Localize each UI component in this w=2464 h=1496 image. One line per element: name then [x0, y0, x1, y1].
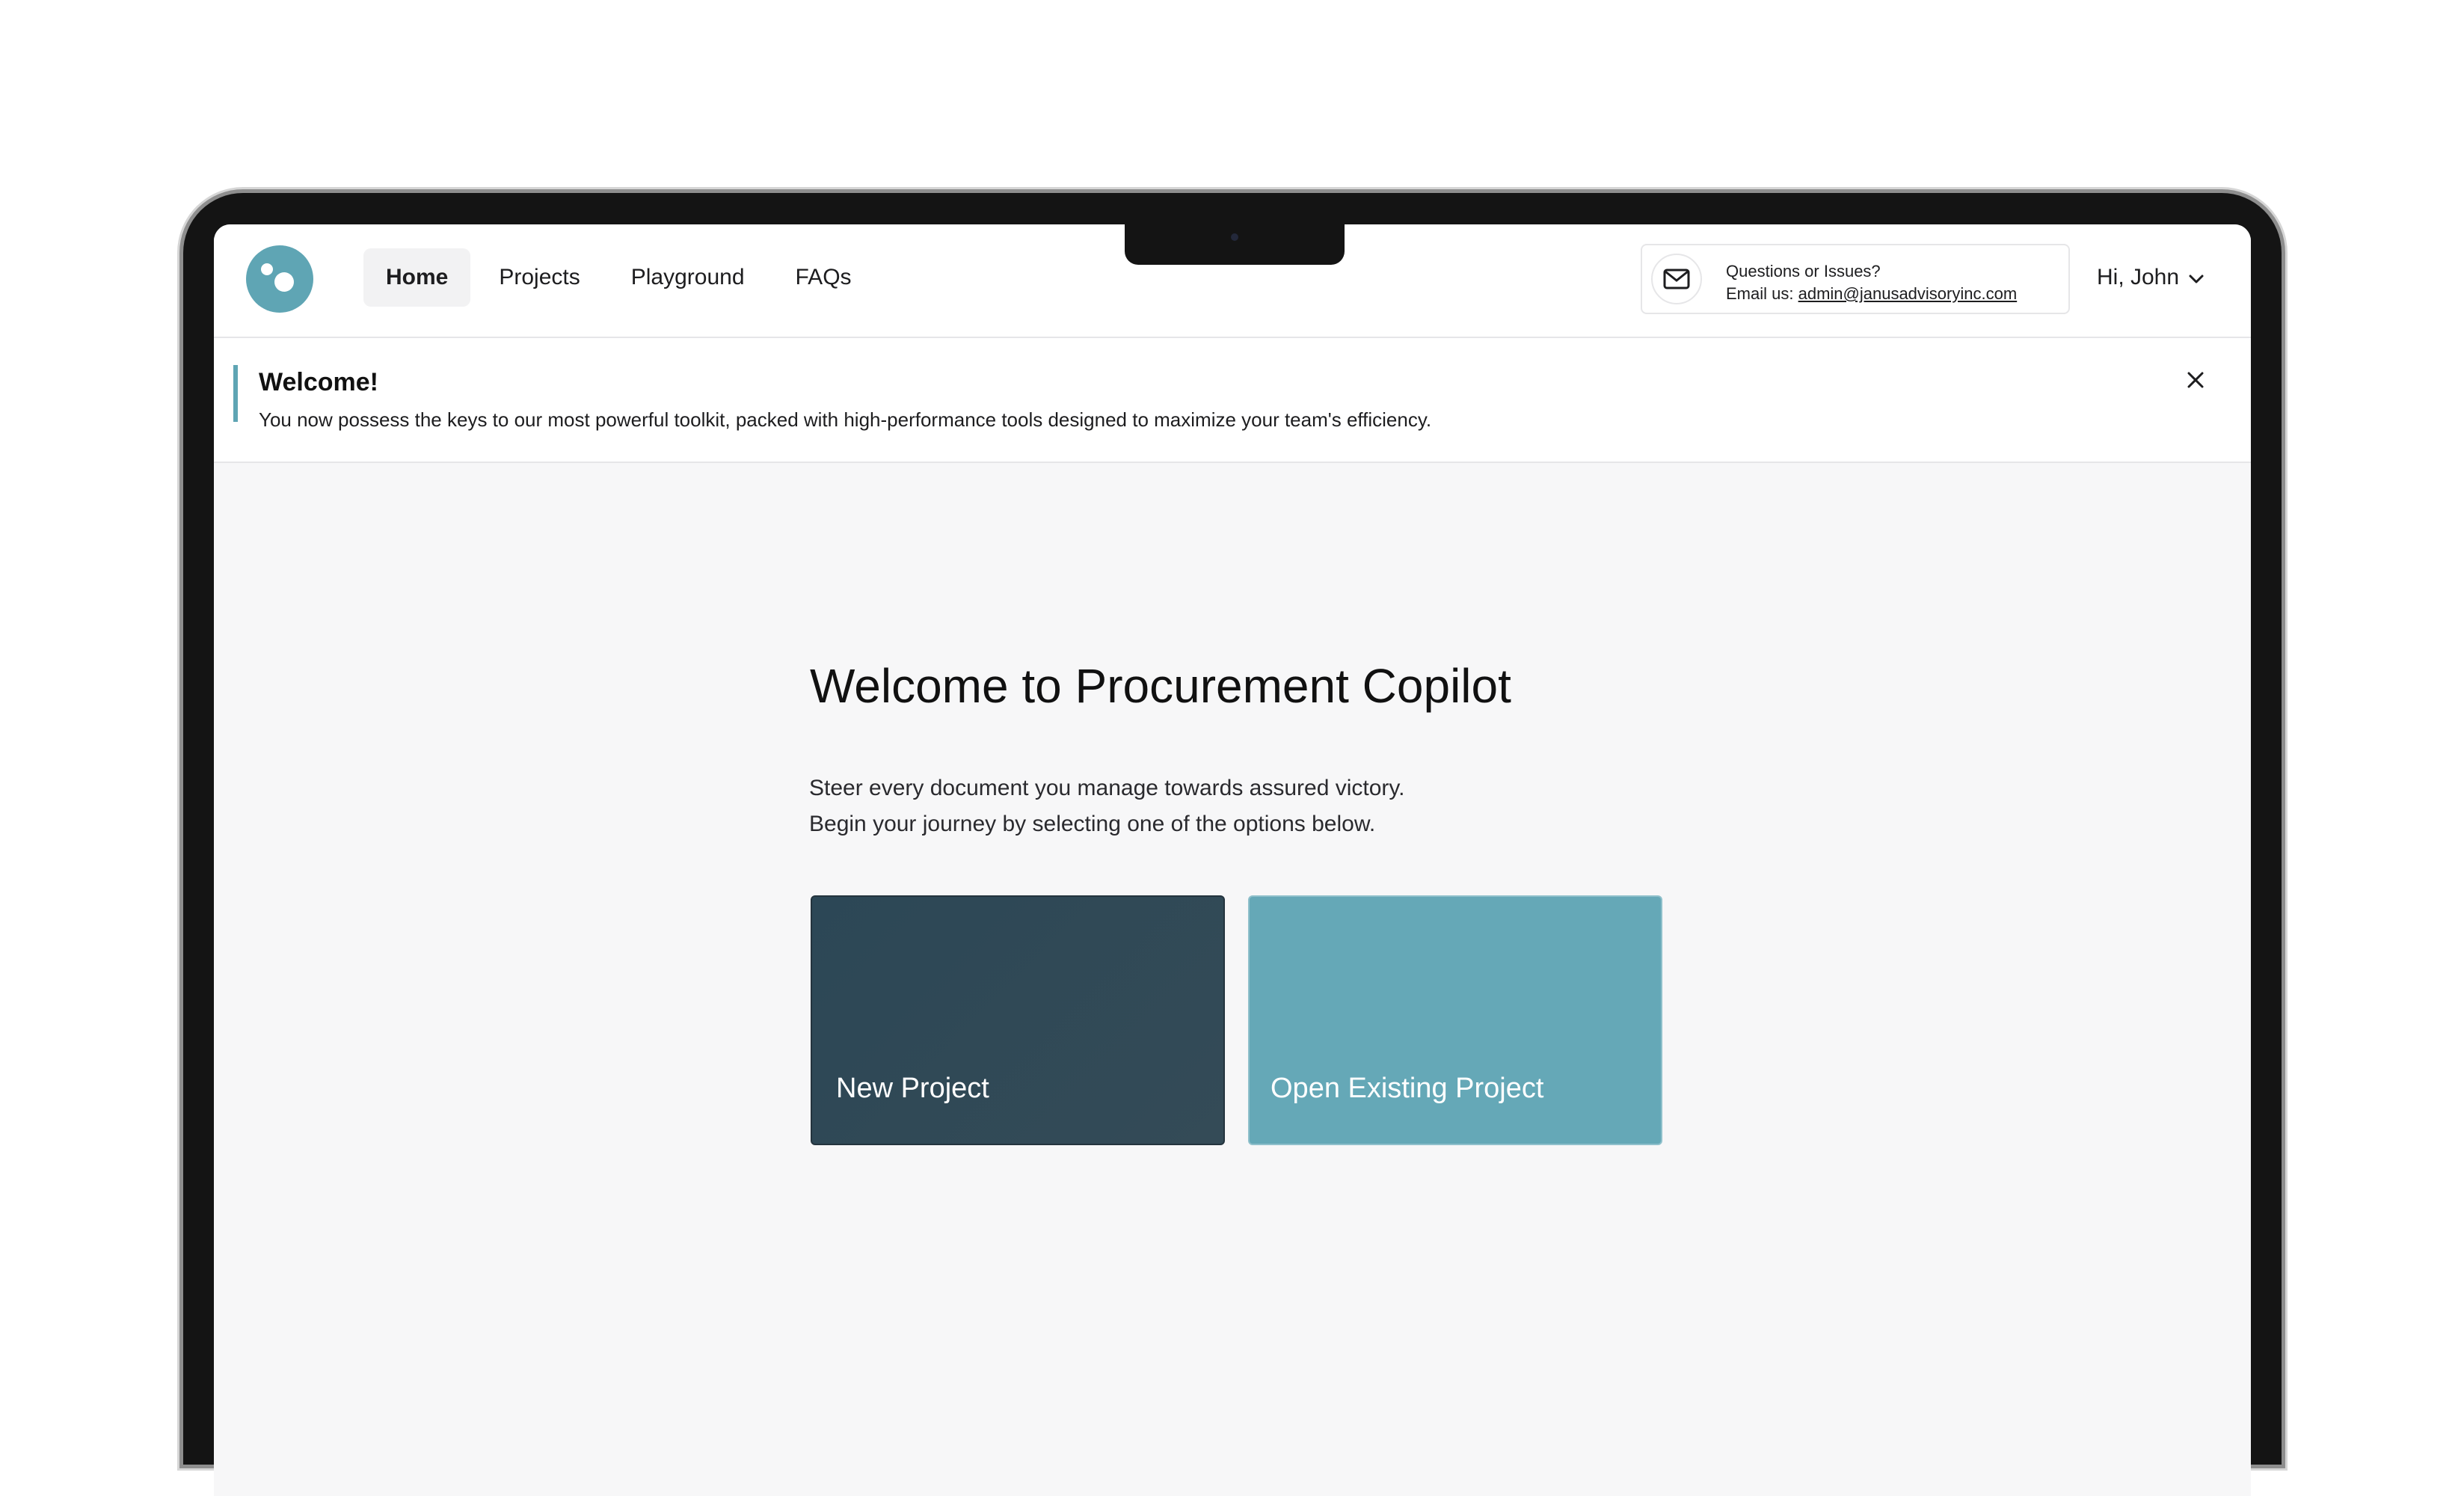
open-existing-project-label: Open Existing Project [1271, 1073, 1544, 1104]
page-subtitle: Steer every document you manage towards … [809, 770, 1405, 842]
subtitle-line-2: Begin your journey by selecting one of t… [809, 812, 1376, 836]
logo-dot-small [261, 263, 273, 275]
camera-icon [1231, 233, 1238, 241]
support-email-prefix: Email us: [1726, 284, 1798, 303]
banner-title: Welcome! [259, 368, 378, 396]
close-icon[interactable] [2182, 367, 2209, 393]
app-logo[interactable] [246, 245, 313, 313]
support-email-line: Email us: admin@janusadvisoryinc.com [1726, 283, 2017, 305]
open-existing-project-card[interactable]: Open Existing Project [1248, 895, 1662, 1145]
app-screen: Home Projects Playground FAQs Questions … [214, 224, 2251, 1496]
support-email-link[interactable]: admin@janusadvisoryinc.com [1798, 284, 2018, 303]
logo-dot-large [274, 272, 294, 292]
support-title: Questions or Issues? [1726, 262, 1881, 280]
page-title: Welcome to Procurement Copilot [810, 659, 1511, 713]
nav-item-home[interactable]: Home [363, 248, 471, 307]
chevron-down-icon [2188, 265, 2205, 290]
nav-item-playground[interactable]: Playground [609, 248, 767, 307]
support-contact-text: Questions or Issues? Email us: admin@jan… [1726, 260, 2017, 305]
nav-item-faqs[interactable]: FAQs [773, 248, 874, 307]
laptop-frame: Home Projects Playground FAQs Questions … [183, 193, 2282, 1496]
new-project-card[interactable]: New Project [811, 895, 1225, 1145]
mail-icon [1651, 254, 1702, 304]
user-menu[interactable]: Hi, John [2097, 260, 2205, 295]
support-contact-box: Questions or Issues? Email us: admin@jan… [1641, 244, 2070, 314]
welcome-banner: Welcome! You now possess the keys to our… [214, 338, 2251, 463]
main-nav: Home Projects Playground FAQs [363, 248, 874, 307]
new-project-label: New Project [836, 1073, 989, 1104]
nav-item-projects[interactable]: Projects [476, 248, 602, 307]
subtitle-line-1: Steer every document you manage towards … [809, 776, 1405, 800]
banner-message: You now possess the keys to our most pow… [259, 408, 1432, 431]
camera-notch [1125, 224, 1345, 265]
user-greeting: Hi, John [2097, 265, 2180, 289]
banner-accent-bar [233, 365, 238, 422]
